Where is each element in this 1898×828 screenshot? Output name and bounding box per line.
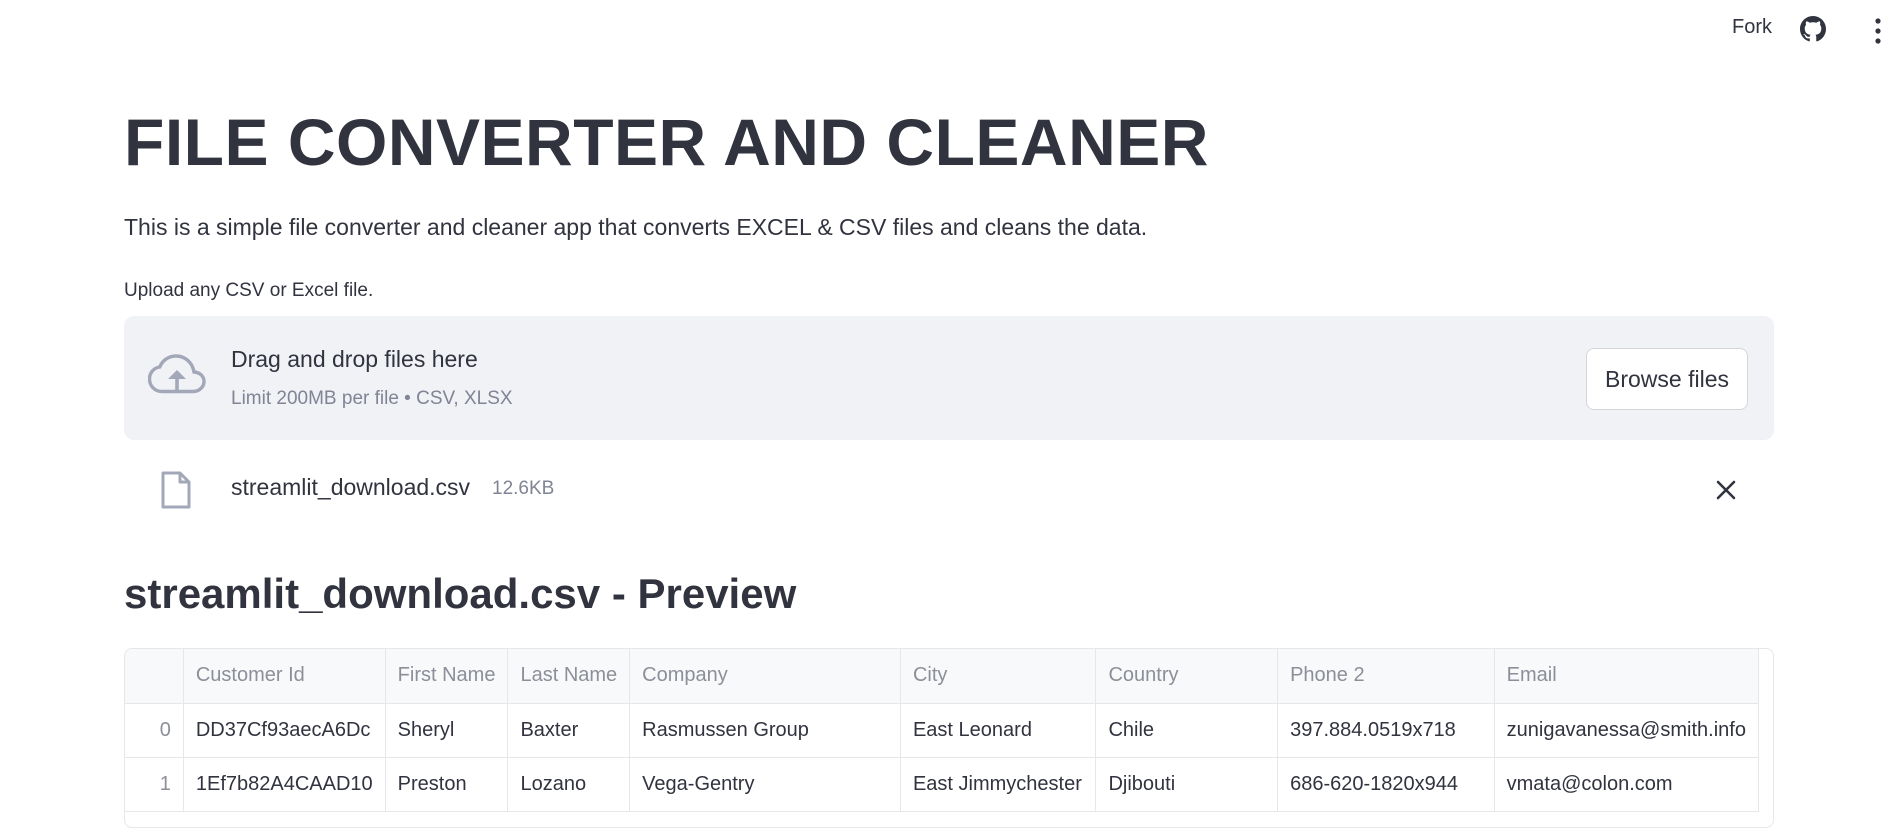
uploader-label: Upload any CSV or Excel file.: [124, 280, 374, 301]
row-index: 0: [125, 703, 184, 758]
column-header[interactable]: City: [900, 649, 1097, 704]
table-header-row: Customer Id First Name Last Name Company…: [125, 649, 1759, 704]
table-cell[interactable]: Preston: [385, 757, 509, 812]
column-header[interactable]: First Name: [385, 649, 509, 704]
column-header-index: [125, 649, 184, 704]
uploaded-file-size: 12.6KB: [492, 478, 555, 499]
table-cell[interactable]: 397.884.0519x718: [1277, 703, 1495, 758]
top-toolbar: Fork: [0, 0, 1898, 60]
table-cell[interactable]: Lozano: [507, 757, 631, 812]
uploaded-file-name: streamlit_download.csv: [231, 474, 471, 500]
row-index: 1: [125, 757, 184, 812]
table-cell[interactable]: Djibouti: [1095, 757, 1279, 812]
table-cell[interactable]: Baxter: [507, 703, 631, 758]
uploaded-file-item: streamlit_download.csv 12.6KB: [124, 460, 1774, 520]
table-row: 1 1Ef7b82A4CAAD10 Preston Lozano Vega-Ge…: [125, 757, 1759, 812]
file-dropzone[interactable]: Drag and drop files here Limit 200MB per…: [124, 316, 1774, 440]
table-cell[interactable]: 686-620-1820x944: [1277, 757, 1495, 812]
table-row: 0 DD37Cf93aecA6Dc Sheryl Baxter Rasmusse…: [125, 703, 1759, 758]
table-cell[interactable]: Rasmussen Group: [629, 703, 901, 758]
dropzone-instructions: Drag and drop files here: [231, 346, 478, 372]
table-cell[interactable]: East Leonard: [900, 703, 1097, 758]
github-icon[interactable]: [1800, 16, 1826, 42]
table-cell[interactable]: Chile: [1095, 703, 1279, 758]
preview-dataframe[interactable]: Customer Id First Name Last Name Company…: [124, 648, 1774, 828]
table-cell[interactable]: East Jimmychester: [900, 757, 1097, 812]
column-header[interactable]: Customer Id: [183, 649, 386, 704]
preview-table: Customer Id First Name Last Name Company…: [125, 649, 1759, 812]
page-title: FILE CONVERTER AND CLEANER: [124, 105, 1209, 179]
app-description: This is a simple file converter and clea…: [124, 214, 1148, 240]
cloud-upload-icon: [148, 354, 206, 394]
table-cell[interactable]: zunigavanessa@smith.info: [1494, 703, 1759, 758]
browse-files-button[interactable]: Browse files: [1586, 348, 1748, 410]
table-cell[interactable]: vmata@colon.com: [1494, 757, 1759, 812]
table-cell[interactable]: Sheryl: [385, 703, 509, 758]
dropzone-limit: Limit 200MB per file • CSV, XLSX: [231, 388, 513, 409]
column-header[interactable]: Country: [1095, 649, 1279, 704]
fork-link[interactable]: Fork: [1732, 16, 1772, 39]
table-cell[interactable]: Vega-Gentry: [629, 757, 901, 812]
column-header[interactable]: Last Name: [507, 649, 631, 704]
column-header[interactable]: Company: [629, 649, 901, 704]
more-vert-icon[interactable]: [1874, 18, 1882, 44]
column-header[interactable]: Email: [1494, 649, 1759, 704]
table-cell[interactable]: DD37Cf93aecA6Dc: [183, 703, 386, 758]
column-header[interactable]: Phone 2: [1277, 649, 1495, 704]
preview-heading: streamlit_download.csv - Preview: [124, 570, 797, 617]
close-icon[interactable]: [1714, 478, 1738, 502]
file-icon: [161, 471, 191, 509]
table-cell[interactable]: 1Ef7b82A4CAAD10: [183, 757, 386, 812]
